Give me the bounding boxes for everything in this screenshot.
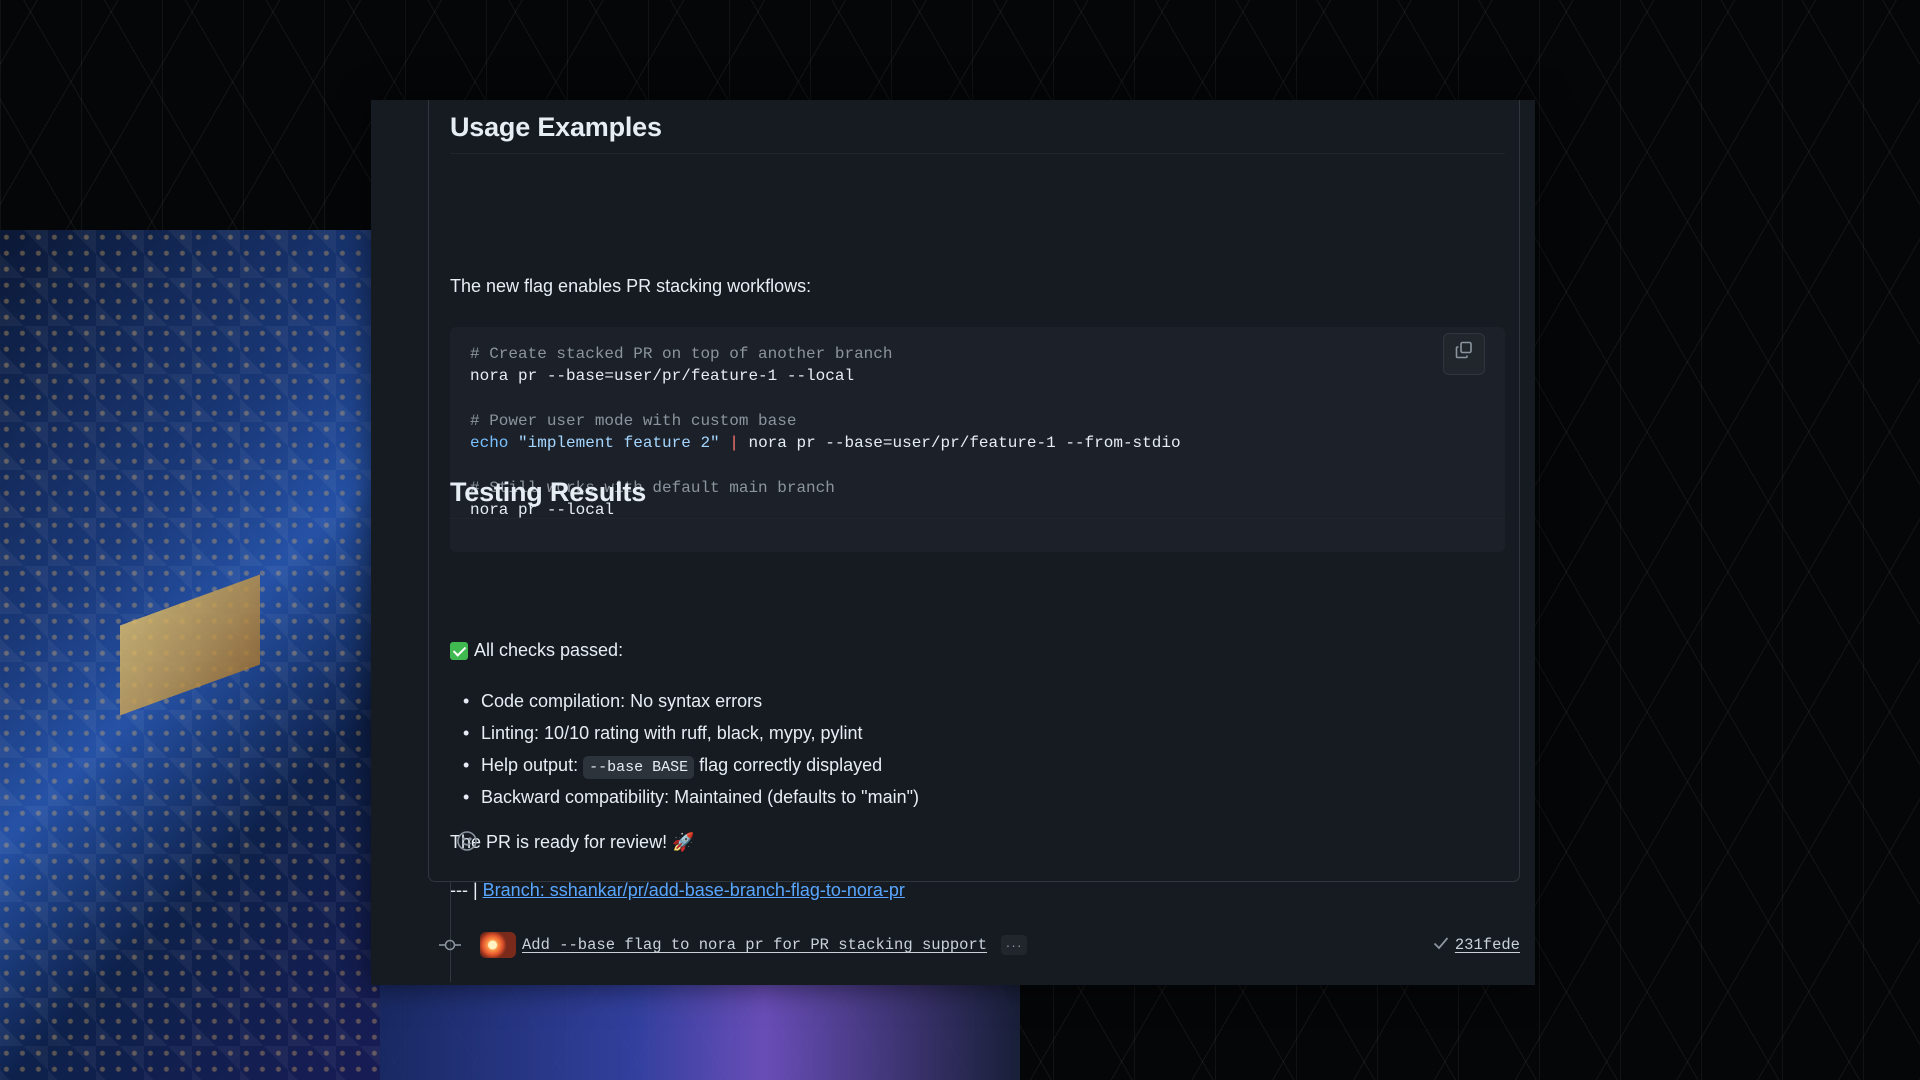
commit-more-button[interactable]: ··· [1001, 935, 1028, 955]
code-line: echo "implement feature 2" | nora pr --b… [470, 432, 1485, 454]
copy-icon [1454, 340, 1474, 367]
code-token: # Power user mode with custom base [470, 411, 797, 430]
background-art-bottom [380, 985, 1020, 1080]
code-line: # Create stacked PR on top of another br… [470, 343, 1485, 365]
branch-line: --- | Branch: sshankar/pr/add-base-branc… [450, 880, 905, 901]
code-line: # Power user mode with custom base [470, 410, 1485, 432]
branch-link[interactable]: Branch: sshankar/pr/add-base-branch-flag… [483, 880, 905, 900]
smiley-icon [456, 830, 478, 857]
checks-list: Code compilation: No syntax errors Linti… [450, 688, 919, 816]
checks-label: All checks passed: [474, 640, 624, 660]
code-token: nora pr --base=user/pr/feature-1 --local [470, 367, 855, 386]
code-token: # Create stacked PR on top of another br… [470, 345, 893, 363]
list-item: Code compilation: No syntax errors [450, 688, 919, 720]
list-item: Backward compatibility: Maintained (defa… [450, 784, 919, 816]
add-reaction-button[interactable] [453, 829, 481, 857]
commit-sha-link[interactable]: 231fede [1455, 936, 1520, 954]
code-token: "implement feature 2" [518, 434, 720, 453]
copy-button[interactable] [1443, 333, 1485, 375]
usage-intro: The new flag enables PR stacking workflo… [450, 276, 812, 296]
testing-heading: Testing Results [450, 477, 1505, 519]
commit-status: 231fede [1433, 936, 1520, 955]
branch-prefix: --- | [450, 880, 483, 900]
list-item: Linting: 10/10 rating with ruff, black, … [450, 720, 919, 752]
code-line: nora pr --base=user/pr/feature-1 --local [470, 365, 1485, 387]
git-commit-icon [436, 931, 464, 959]
checks-passed: All checks passed: [450, 640, 623, 661]
code-token: | [729, 434, 739, 453]
list-item: Help output: --base BASE flag correctly … [450, 752, 919, 784]
inline-code: --base BASE [583, 756, 695, 779]
code-token: echo [470, 434, 509, 453]
ready-text: The PR is ready for review! 🚀 [450, 832, 695, 852]
check-icon [1433, 936, 1449, 955]
checkbox-checked-icon [450, 641, 468, 660]
usage-heading: Usage Examples [450, 112, 1505, 154]
commit-message-link[interactable]: Add --base flag to nora pr for PR stacki… [522, 936, 987, 954]
code-token: nora pr --base=user/pr/feature-1 --from-… [738, 434, 1181, 453]
avatar[interactable] [480, 932, 516, 958]
commit-row: Add --base flag to nora pr for PR stacki… [436, 930, 1520, 960]
